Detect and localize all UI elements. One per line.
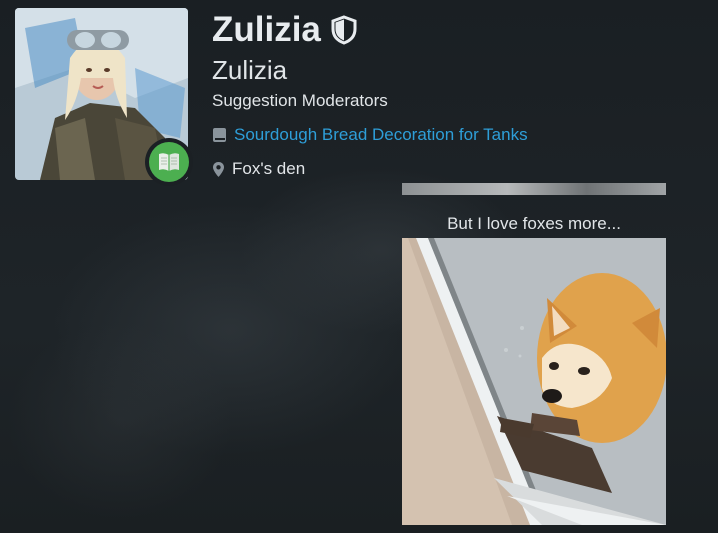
fox-gif-image: [402, 238, 666, 525]
book-link-row[interactable]: Sourdough Bread Decoration for Tanks: [212, 125, 528, 145]
book-icon: [159, 153, 179, 171]
location-text: Fox's den: [232, 159, 306, 178]
user-role: Suggestion Moderators: [212, 91, 388, 110]
signature-image-strip: [402, 183, 666, 195]
book-icon: [213, 128, 226, 142]
display-name: Zulizia: [212, 55, 288, 85]
shield-icon[interactable]: [331, 15, 357, 45]
role-badge[interactable]: [145, 138, 193, 186]
location-row: Fox's den: [212, 159, 305, 179]
username-text: Zulizia: [212, 10, 321, 49]
book-link[interactable]: Sourdough Bread Decoration for Tanks: [234, 125, 528, 145]
map-pin-icon: [213, 161, 224, 177]
badge-circle: [149, 142, 189, 182]
username-heading: Zulizia: [212, 10, 357, 50]
signature-caption: But I love foxes more...: [447, 214, 621, 233]
